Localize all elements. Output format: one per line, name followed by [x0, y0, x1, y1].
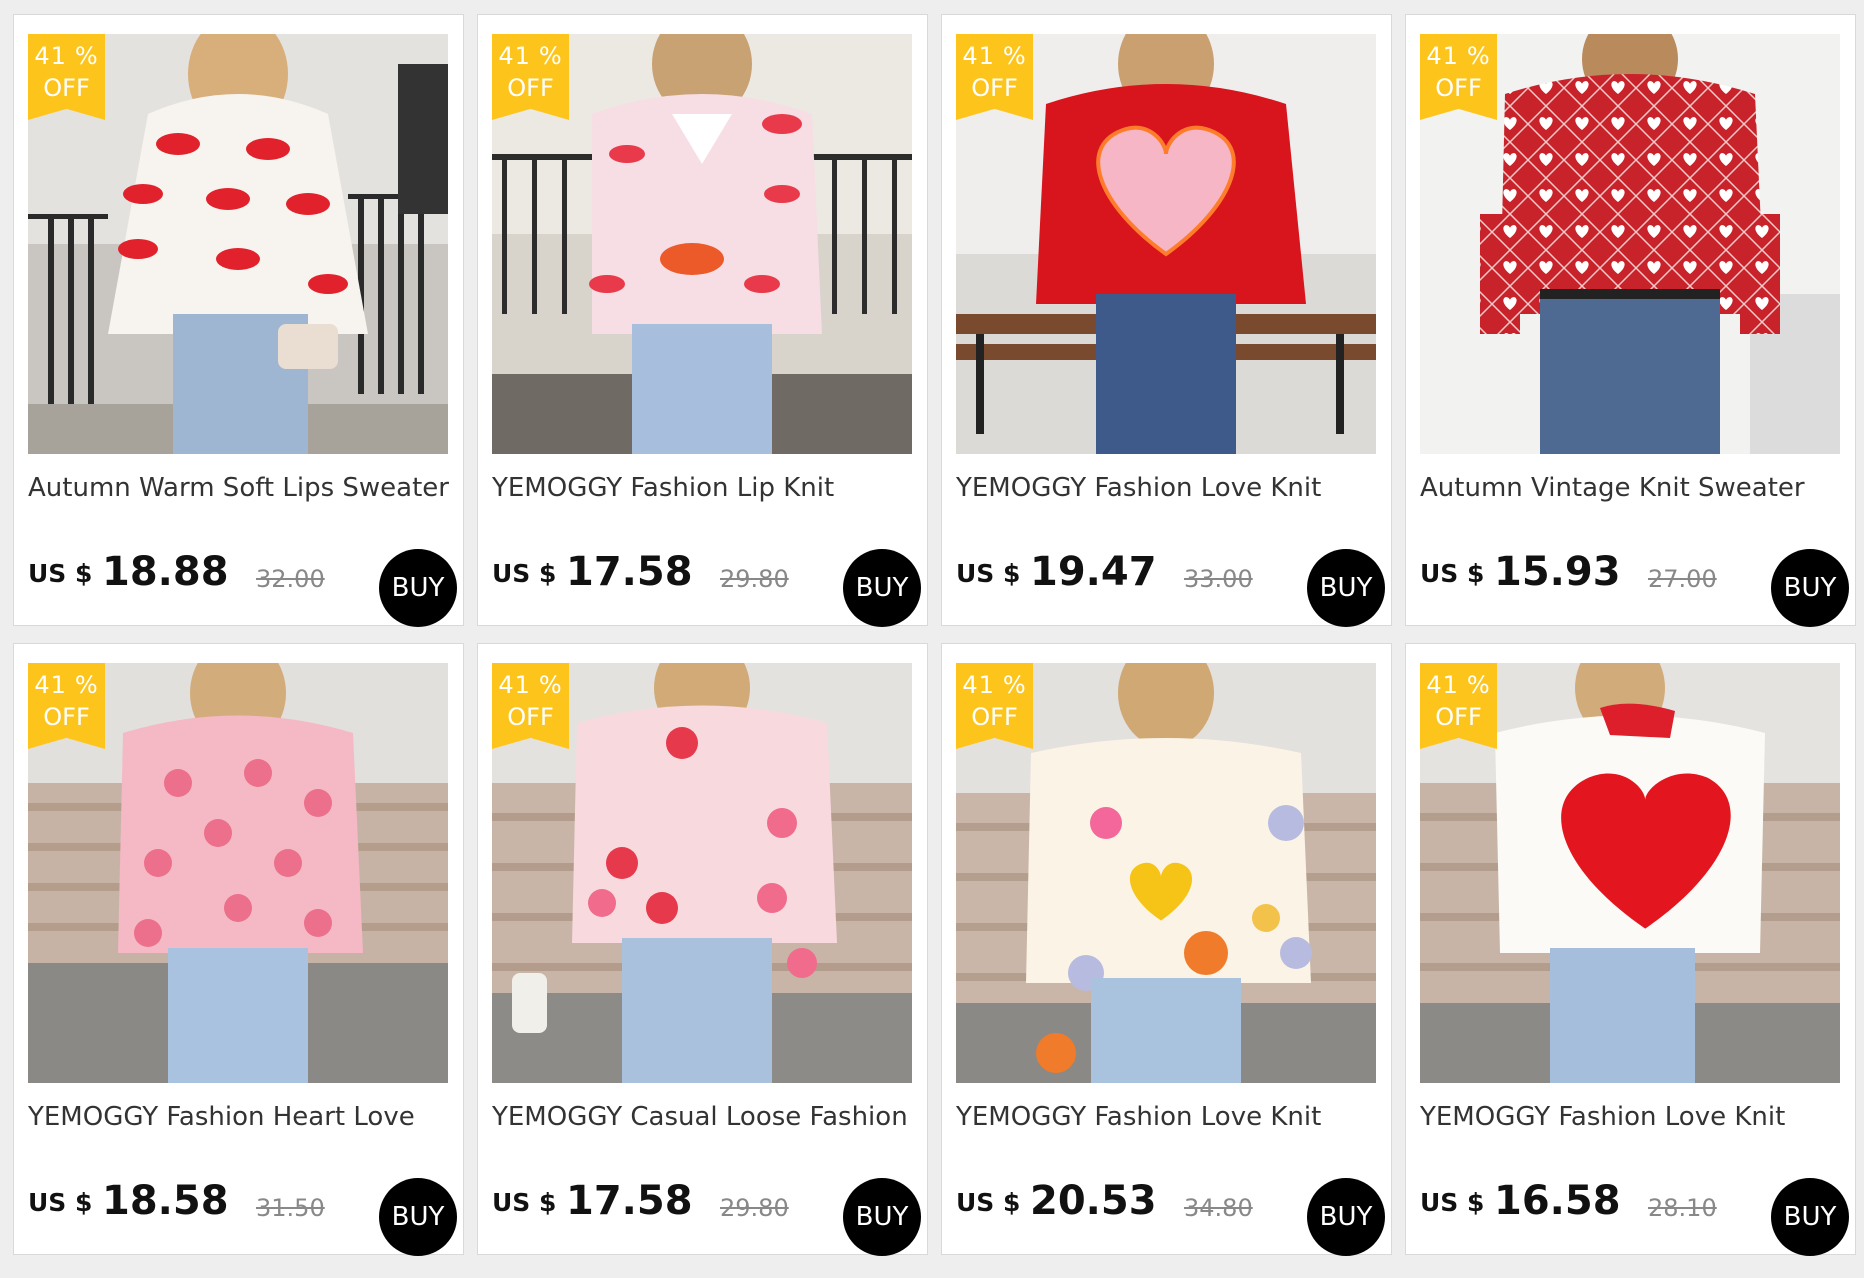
buy-button[interactable]: BUY: [1771, 549, 1849, 627]
discount-off-label: OFF: [507, 74, 554, 102]
discount-percent: 41: [962, 671, 995, 699]
discount-percent: 41: [1426, 42, 1459, 70]
original-price: 31.50: [256, 1194, 325, 1222]
discount-percent: 41: [34, 671, 67, 699]
buy-button[interactable]: BUY: [1307, 549, 1385, 627]
currency-label: US $: [1420, 1188, 1485, 1217]
product-title[interactable]: YEMOGGY Casual Loose Fashion: [492, 1102, 917, 1132]
discount-percent: 41: [34, 42, 67, 70]
discount-badge: 41% OFF: [492, 34, 569, 120]
product-title[interactable]: Autumn Vintage Knit Sweater: [1420, 473, 1845, 503]
discount-symbol: %: [1002, 42, 1027, 70]
discount-symbol: %: [1466, 42, 1491, 70]
original-price: 27.00: [1648, 565, 1717, 593]
currency-label: US $: [1420, 559, 1485, 588]
buy-button[interactable]: BUY: [1771, 1178, 1849, 1256]
product-title[interactable]: YEMOGGY Fashion Love Knit: [956, 1102, 1381, 1132]
discount-badge: 41% OFF: [492, 663, 569, 749]
discount-symbol: %: [538, 671, 563, 699]
discount-percent: 41: [498, 42, 531, 70]
discount-percent: 41: [498, 671, 531, 699]
discount-off-label: OFF: [43, 703, 90, 731]
discount-symbol: %: [74, 42, 99, 70]
discount-off-label: OFF: [507, 703, 554, 731]
discount-badge: 41% OFF: [1420, 663, 1497, 749]
currency-label: US $: [492, 559, 557, 588]
buy-button[interactable]: BUY: [1307, 1178, 1385, 1256]
product-image[interactable]: 41% OFF: [956, 34, 1376, 454]
product-title[interactable]: YEMOGGY Fashion Love Knit: [956, 473, 1381, 503]
product-image[interactable]: 41% OFF: [1420, 663, 1840, 1083]
product-image[interactable]: 41% OFF: [28, 34, 448, 454]
product-card[interactable]: 41% OFF YEMOGGY Fashion Love Knit US $ 2…: [941, 643, 1392, 1256]
product-image[interactable]: 41% OFF: [1420, 34, 1840, 454]
product-card[interactable]: 41% OFF YEMOGGY Fashion Heart Love US $ …: [13, 643, 464, 1256]
product-card[interactable]: 41% OFF YEMOGGY Fashion Love Knit US $ 1…: [941, 14, 1392, 627]
buy-button[interactable]: BUY: [379, 1178, 457, 1256]
product-card[interactable]: 41% OFF YEMOGGY Casual Loose Fashion US …: [477, 643, 928, 1256]
currency-label: US $: [28, 1188, 93, 1217]
original-price: 29.80: [720, 565, 789, 593]
sale-price: 16.58: [1494, 1178, 1621, 1224]
sale-price: 15.93: [1494, 549, 1621, 595]
price-row: US $ 18.88 32.00 BUY: [28, 535, 457, 627]
price-row: US $ 19.47 33.00 BUY: [956, 535, 1385, 627]
product-image[interactable]: 41% OFF: [492, 34, 912, 454]
original-price: 34.80: [1184, 1194, 1253, 1222]
price-row: US $ 20.53 34.80 BUY: [956, 1164, 1385, 1256]
currency-label: US $: [956, 559, 1021, 588]
discount-badge: 41% OFF: [956, 663, 1033, 749]
original-price: 28.10: [1648, 1194, 1717, 1222]
product-image[interactable]: 41% OFF: [492, 663, 912, 1083]
product-grid: 41% OFF Autumn Warm Soft Lips Sweater US…: [13, 14, 1856, 1256]
original-price: 33.00: [1184, 565, 1253, 593]
discount-off-label: OFF: [971, 74, 1018, 102]
discount-symbol: %: [1466, 671, 1491, 699]
discount-percent: 41: [962, 42, 995, 70]
product-card[interactable]: 41% OFF YEMOGGY Fashion Love Knit US $ 1…: [1405, 643, 1856, 1256]
price-row: US $ 17.58 29.80 BUY: [492, 1164, 921, 1256]
discount-off-label: OFF: [971, 703, 1018, 731]
discount-off-label: OFF: [1435, 74, 1482, 102]
product-image[interactable]: 41% OFF: [28, 663, 448, 1083]
original-price: 29.80: [720, 1194, 789, 1222]
price-row: US $ 17.58 29.80 BUY: [492, 535, 921, 627]
buy-button[interactable]: BUY: [379, 549, 457, 627]
discount-off-label: OFF: [43, 74, 90, 102]
product-card[interactable]: 41% OFF YEMOGGY Fashion Lip Knit US $ 17…: [477, 14, 928, 627]
sale-price: 18.88: [102, 549, 229, 595]
discount-badge: 41% OFF: [1420, 34, 1497, 120]
sale-price: 19.47: [1030, 549, 1157, 595]
currency-label: US $: [956, 1188, 1021, 1217]
currency-label: US $: [28, 559, 93, 588]
price-row: US $ 15.93 27.00 BUY: [1420, 535, 1849, 627]
discount-badge: 41% OFF: [28, 663, 105, 749]
sale-price: 18.58: [102, 1178, 229, 1224]
discount-symbol: %: [1002, 671, 1027, 699]
sale-price: 17.58: [566, 1178, 693, 1224]
product-card[interactable]: 41% OFF Autumn Vintage Knit Sweater US $…: [1405, 14, 1856, 627]
sale-price: 17.58: [566, 549, 693, 595]
product-card[interactable]: 41% OFF Autumn Warm Soft Lips Sweater US…: [13, 14, 464, 627]
buy-button[interactable]: BUY: [843, 549, 921, 627]
discount-off-label: OFF: [1435, 703, 1482, 731]
buy-button[interactable]: BUY: [843, 1178, 921, 1256]
discount-symbol: %: [74, 671, 99, 699]
original-price: 32.00: [256, 565, 325, 593]
discount-percent: 41: [1426, 671, 1459, 699]
sale-price: 20.53: [1030, 1178, 1157, 1224]
discount-badge: 41% OFF: [28, 34, 105, 120]
product-title[interactable]: YEMOGGY Fashion Heart Love: [28, 1102, 453, 1132]
currency-label: US $: [492, 1188, 557, 1217]
product-title[interactable]: Autumn Warm Soft Lips Sweater: [28, 473, 453, 503]
discount-symbol: %: [538, 42, 563, 70]
product-title[interactable]: YEMOGGY Fashion Love Knit: [1420, 1102, 1845, 1132]
price-row: US $ 16.58 28.10 BUY: [1420, 1164, 1849, 1256]
product-image[interactable]: 41% OFF: [956, 663, 1376, 1083]
discount-badge: 41% OFF: [956, 34, 1033, 120]
price-row: US $ 18.58 31.50 BUY: [28, 1164, 457, 1256]
product-title[interactable]: YEMOGGY Fashion Lip Knit: [492, 473, 917, 503]
